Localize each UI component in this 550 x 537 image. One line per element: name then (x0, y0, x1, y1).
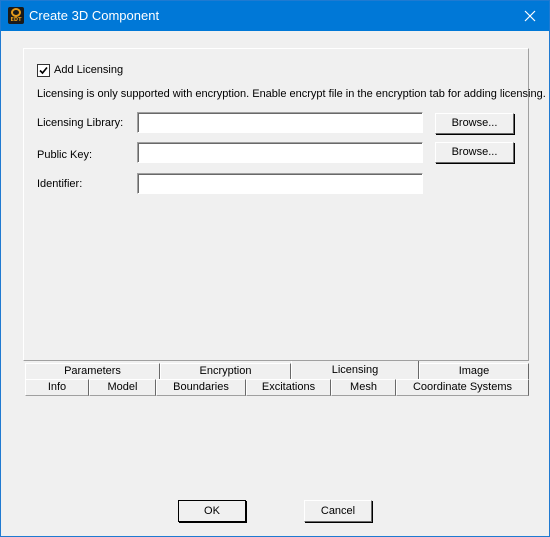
identifier-label: Identifier: (37, 178, 83, 190)
add-licensing-label: Add Licensing (54, 64, 124, 76)
tab-boundaries[interactable]: Boundaries (156, 379, 246, 396)
close-button[interactable] (511, 1, 549, 31)
add-licensing-row[interactable]: Add Licensing (37, 63, 123, 77)
app-logo-icon: EDT (8, 7, 24, 24)
close-icon (524, 10, 536, 22)
add-licensing-checkbox[interactable] (37, 63, 50, 77)
tab-image[interactable]: Image (419, 363, 529, 380)
dialog-window: EDT Create 3D Component Add Licensing Li… (0, 0, 550, 537)
tab-mesh[interactable]: Mesh (331, 379, 396, 396)
licensing-info-text: Licensing is only supported with encrypt… (37, 88, 546, 100)
licensing-library-label: Licensing Library: (37, 117, 124, 129)
tab-excitations[interactable]: Excitations (246, 379, 331, 396)
cancel-button[interactable]: Cancel (304, 500, 372, 522)
tab-coordinate-systems[interactable]: Coordinate Systems (396, 379, 529, 396)
checkmark-icon (39, 66, 48, 74)
identifier-field[interactable] (137, 173, 423, 194)
browse-library-button[interactable]: Browse... (435, 113, 514, 134)
window-title: Create 3D Component (29, 8, 160, 23)
app-icon-text: EDT (10, 17, 22, 23)
public-key-field[interactable] (137, 142, 423, 163)
tab-info[interactable]: Info (25, 379, 89, 396)
public-key-label: Public Key: (37, 149, 93, 161)
title-bar[interactable]: EDT Create 3D Component (1, 1, 549, 31)
tab-encryption[interactable]: Encryption (160, 363, 291, 380)
ok-button[interactable]: OK (178, 500, 246, 522)
tab-model[interactable]: Model (89, 379, 156, 396)
tab-parameters[interactable]: Parameters (25, 363, 160, 380)
tab-licensing[interactable]: Licensing (291, 361, 419, 380)
licensing-library-field[interactable] (137, 112, 423, 133)
browse-public-key-button[interactable]: Browse... (435, 142, 514, 163)
